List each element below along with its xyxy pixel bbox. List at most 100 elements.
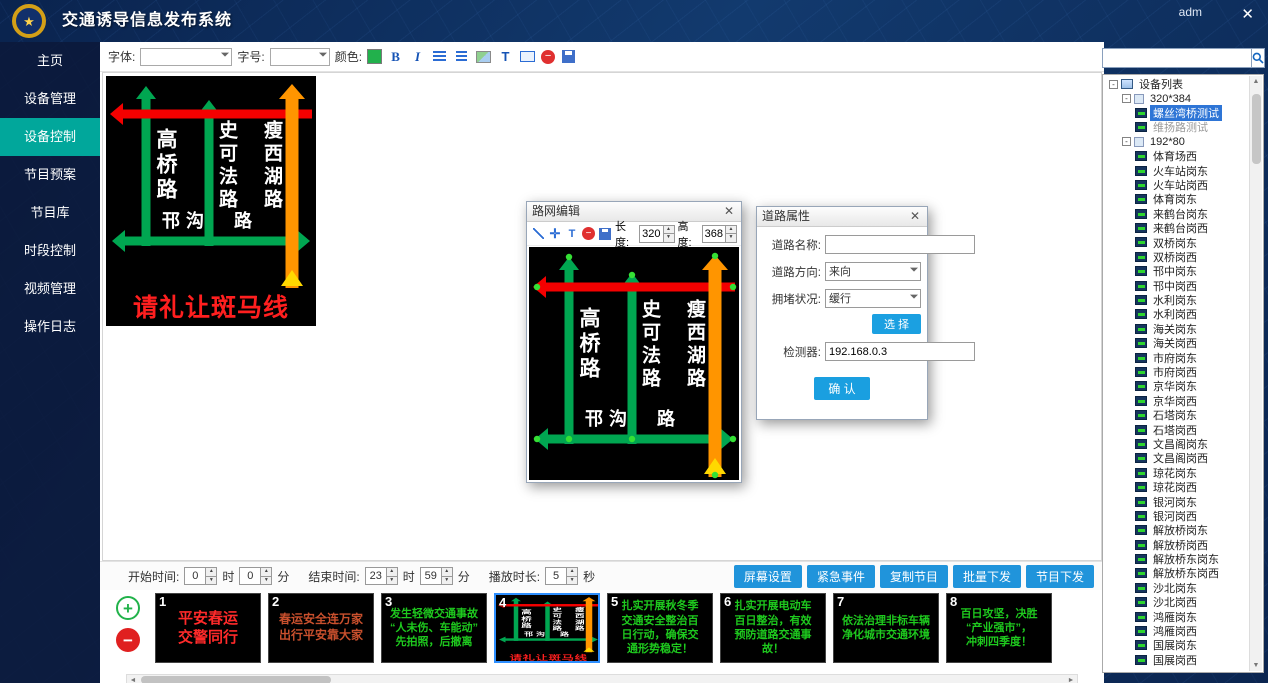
tree-device-1-1[interactable]: 火车站岗东 xyxy=(1105,163,1248,177)
tree-group-1[interactable]: -192*80 xyxy=(1105,135,1248,149)
congestion-select[interactable]: 缓行 xyxy=(825,289,921,308)
font-family-select[interactable] xyxy=(140,48,232,66)
tree-device-1-32[interactable]: 鸿雁岗东 xyxy=(1105,609,1248,623)
tree-device-1-34[interactable]: 国展岗东 xyxy=(1105,638,1248,652)
playlist-item-1[interactable]: 1平安春运交警同行 xyxy=(155,593,261,663)
scroll-up-icon[interactable]: ▲ xyxy=(1250,78,1262,85)
select-detector-button[interactable]: 选 择 xyxy=(872,314,921,334)
sidebar-item-3[interactable]: 节目预案 xyxy=(0,156,100,194)
spin-down-icon[interactable]: ▼ xyxy=(206,576,216,585)
close-icon[interactable]: ✕ xyxy=(722,202,736,221)
align-left-icon[interactable] xyxy=(431,48,448,65)
close-icon[interactable]: ✕ xyxy=(908,207,922,226)
duration-spinner[interactable]: 5▲▼ xyxy=(545,567,578,585)
action-button-1[interactable]: 紧急事件 xyxy=(807,565,875,588)
delete-icon[interactable]: − xyxy=(582,227,595,240)
spin-down-icon[interactable]: ▼ xyxy=(387,576,397,585)
tree-device-1-10[interactable]: 水利岗东 xyxy=(1105,293,1248,307)
image-icon[interactable] xyxy=(475,48,492,65)
direction-select[interactable]: 来向 xyxy=(825,262,921,281)
tree-device-1-11[interactable]: 水利岗西 xyxy=(1105,307,1248,321)
spin-up-icon[interactable]: ▲ xyxy=(567,568,577,576)
start-hour-spinner[interactable]: 0▲▼ xyxy=(184,567,217,585)
spin-up-icon[interactable]: ▲ xyxy=(726,226,736,234)
font-size-select[interactable] xyxy=(270,48,330,66)
tree-device-1-2[interactable]: 火车站岗西 xyxy=(1105,178,1248,192)
playlist-item-2[interactable]: 2春运安全连万家出行平安靠大家 xyxy=(268,593,374,663)
save-icon[interactable] xyxy=(598,227,612,241)
scrollbar-thumb[interactable] xyxy=(141,676,331,683)
road-name-input[interactable] xyxy=(825,235,975,254)
spinner-arrows[interactable]: ▲▼ xyxy=(441,568,452,584)
detector-input[interactable] xyxy=(825,342,975,361)
tree-device-1-33[interactable]: 鸿雁岗西 xyxy=(1105,624,1248,638)
tree-device-1-7[interactable]: 双桥岗西 xyxy=(1105,250,1248,264)
playlist-item-6[interactable]: 6扎实开展电动车百日整治，有效预防道路交通事故！ xyxy=(720,593,826,663)
bold-icon[interactable]: B xyxy=(387,48,404,65)
sidebar-item-5[interactable]: 时段控制 xyxy=(0,232,100,270)
collapse-icon[interactable]: - xyxy=(1122,94,1131,103)
tree-device-1-26[interactable]: 解放桥岗东 xyxy=(1105,523,1248,537)
sidebar-item-1[interactable]: 设备管理 xyxy=(0,80,100,118)
tree-root[interactable]: -设备列表 xyxy=(1105,77,1248,91)
sidebar-item-2[interactable]: 设备控制 xyxy=(0,118,100,156)
remove-program-button[interactable]: − xyxy=(116,628,140,652)
tree-device-1-24[interactable]: 银河岗东 xyxy=(1105,494,1248,508)
scroll-left-icon[interactable]: ◄ xyxy=(127,677,139,683)
tree-device-1-8[interactable]: 邗中岗东 xyxy=(1105,264,1248,278)
spin-up-icon[interactable]: ▲ xyxy=(442,568,452,576)
spin-up-icon[interactable]: ▲ xyxy=(206,568,216,576)
spinner-arrows[interactable]: ▲▼ xyxy=(260,568,271,584)
tree-device-1-35[interactable]: 国展岗西 xyxy=(1105,653,1248,667)
playlist-item-5[interactable]: 5扎实开展秋冬季交通安全整治百日行动，确保交通形势稳定！ xyxy=(607,593,713,663)
tree-device-1-27[interactable]: 解放桥岗西 xyxy=(1105,538,1248,552)
tree-group-0[interactable]: -320*384 xyxy=(1105,91,1248,105)
height-spinner[interactable]: 368 ▲▼ xyxy=(702,225,737,243)
scroll-down-icon[interactable]: ▼ xyxy=(1250,662,1262,669)
scroll-right-icon[interactable]: ► xyxy=(1065,677,1077,683)
action-button-2[interactable]: 复制节目 xyxy=(880,565,948,588)
roadnet-canvas[interactable]: 高桥路史可法路瘦西湖路邗沟路 xyxy=(529,247,739,480)
start-minute-spinner[interactable]: 0▲▼ xyxy=(239,567,272,585)
spin-up-icon[interactable]: ▲ xyxy=(664,226,674,234)
tree-device-1-0[interactable]: 体育场西 xyxy=(1105,149,1248,163)
spin-up-icon[interactable]: ▲ xyxy=(261,568,271,576)
spin-down-icon[interactable]: ▼ xyxy=(726,233,736,242)
tree-device-1-5[interactable]: 来鹤台岗西 xyxy=(1105,221,1248,235)
action-button-3[interactable]: 批量下发 xyxy=(953,565,1021,588)
save-icon[interactable] xyxy=(560,48,577,65)
spin-down-icon[interactable]: ▼ xyxy=(567,576,577,585)
spin-up-icon[interactable]: ▲ xyxy=(387,568,397,576)
tree-device-1-18[interactable]: 石塔岗东 xyxy=(1105,408,1248,422)
tree-device-1-19[interactable]: 石塔岗西 xyxy=(1105,422,1248,436)
draw-line-icon[interactable] xyxy=(531,227,545,241)
text-icon[interactable]: T xyxy=(497,48,514,65)
scrollbar-thumb[interactable] xyxy=(1252,94,1261,164)
tree-device-1-16[interactable]: 京华岗东 xyxy=(1105,379,1248,393)
collapse-icon[interactable]: - xyxy=(1122,137,1131,146)
spin-down-icon[interactable]: ▼ xyxy=(442,576,452,585)
tree-device-1-13[interactable]: 海关岗西 xyxy=(1105,336,1248,350)
spinner-arrows[interactable]: ▲▼ xyxy=(386,568,397,584)
collapse-icon[interactable]: - xyxy=(1109,80,1118,89)
confirm-button[interactable]: 确 认 xyxy=(814,377,869,400)
tree-device-1-28[interactable]: 解放桥东岗东 xyxy=(1105,552,1248,566)
tree-device-1-22[interactable]: 琼花岗东 xyxy=(1105,466,1248,480)
tree-device-1-29[interactable]: 解放桥东岗西 xyxy=(1105,566,1248,580)
tree-device-1-17[interactable]: 京华岗西 xyxy=(1105,394,1248,408)
tree-device-1-6[interactable]: 双桥岗东 xyxy=(1105,235,1248,249)
tree-device-1-4[interactable]: 来鹤台岗东 xyxy=(1105,207,1248,221)
spinner-arrows[interactable]: ▲▼ xyxy=(205,568,216,584)
end-minute-spinner[interactable]: 59▲▼ xyxy=(420,567,453,585)
tree-device-1-14[interactable]: 市府岗东 xyxy=(1105,350,1248,364)
tree-device-1-25[interactable]: 银河岗西 xyxy=(1105,509,1248,523)
tree-device-1-3[interactable]: 体育岗东 xyxy=(1105,192,1248,206)
playlist-item-8[interactable]: 8百日攻坚，决胜“产业强市”，冲刺四季度！ xyxy=(946,593,1052,663)
search-button[interactable] xyxy=(1252,48,1265,68)
tree-device-1-20[interactable]: 文昌阁岗东 xyxy=(1105,437,1248,451)
sidebar-item-6[interactable]: 视频管理 xyxy=(0,270,100,308)
sidebar-item-4[interactable]: 节目库 xyxy=(0,194,100,232)
tree-device-1-23[interactable]: 琼花岗西 xyxy=(1105,480,1248,494)
spin-down-icon[interactable]: ▼ xyxy=(261,576,271,585)
playlist-item-3[interactable]: 3发生轻微交通事故“人未伤、车能动”先拍照，后撤离 xyxy=(381,593,487,663)
